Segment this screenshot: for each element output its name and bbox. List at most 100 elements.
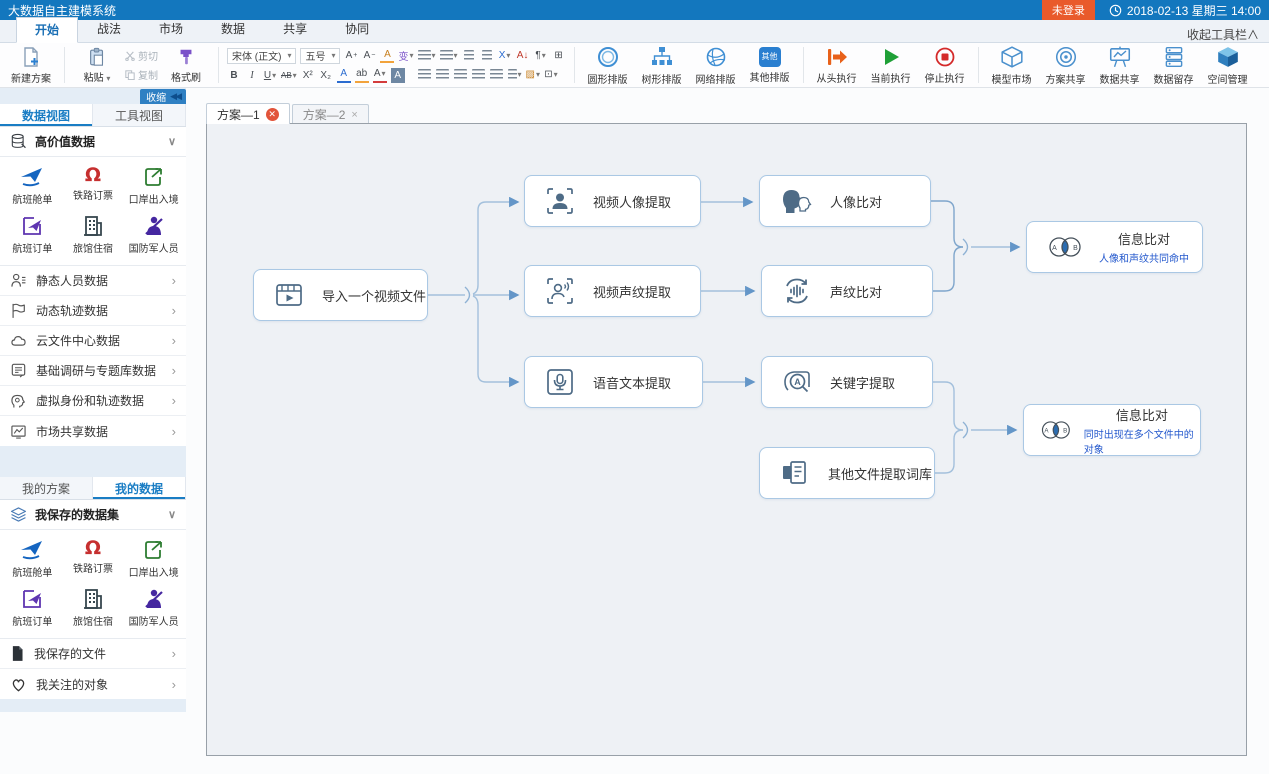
node-info-compare-2[interactable]: A B 信息比对 同时出现在多个文件中的对象: [1023, 404, 1201, 456]
menu-tab-market[interactable]: 市场: [140, 16, 202, 42]
menu-tab-start[interactable]: 开始: [16, 17, 78, 43]
menu-tab-collab[interactable]: 协同: [326, 16, 388, 42]
run-current-button[interactable]: 当前执行: [866, 45, 916, 86]
new-plan-button[interactable]: 新建方案: [6, 45, 56, 86]
asian-layout-button[interactable]: X▾: [498, 48, 512, 63]
increase-indent-button[interactable]: [480, 48, 494, 63]
superscript-button[interactable]: X²: [301, 68, 315, 83]
text-effects-button[interactable]: A: [337, 68, 351, 83]
decrease-indent-button[interactable]: [462, 48, 476, 63]
node-speech-text-extract[interactable]: 语音文本提取: [524, 356, 703, 408]
collapse-toolbar-link[interactable]: 收起工具栏∧: [1187, 26, 1259, 43]
node-video-voice-extract[interactable]: 视频声纹提取: [524, 265, 701, 317]
my-saved-files-row[interactable]: 我保存的文件 ›: [0, 639, 186, 669]
saved-datasets-header[interactable]: 我保存的数据集 ∨: [0, 500, 186, 530]
close-tab-icon[interactable]: ✕: [266, 108, 279, 121]
category-research-library-data[interactable]: 基础调研与专题库数据 ›: [0, 356, 186, 386]
tab-tool-view[interactable]: 工具视图: [93, 104, 186, 126]
network-layout-button[interactable]: 网络排版: [691, 44, 741, 87]
node-face-compare[interactable]: 人像比对: [759, 175, 931, 227]
show-marks-button[interactable]: ¶▾: [534, 48, 548, 63]
align-left-button[interactable]: [418, 67, 432, 82]
paste-button[interactable]: 粘贴 ▾: [73, 46, 121, 85]
data-share-button[interactable]: 数据共享: [1095, 44, 1145, 87]
format-painter-button[interactable]: 格式刷: [162, 46, 210, 85]
font-name-select[interactable]: 宋体 (正文)▾: [227, 48, 296, 64]
italic-button[interactable]: I: [245, 68, 259, 83]
copy-button[interactable]: 复制: [125, 67, 158, 82]
dataset-flight-order[interactable]: 航班订单: [2, 583, 63, 632]
justify-button[interactable]: [472, 67, 486, 82]
dataset-flight-manifest[interactable]: 航班舱单: [2, 161, 63, 210]
sort-button[interactable]: A↓: [516, 48, 530, 63]
table-button[interactable]: ⊞: [552, 48, 566, 63]
sidebar-collapse-button[interactable]: 收缩 ◀◀: [140, 89, 186, 104]
highlight-color-button[interactable]: ab: [355, 68, 369, 83]
category-market-shared-data[interactable]: 市场共享数据 ›: [0, 416, 186, 446]
change-case-button[interactable]: 变▾: [398, 48, 413, 63]
category-static-person-data[interactable]: 静态人员数据 ›: [0, 266, 186, 296]
font-size-select[interactable]: 五号▾: [300, 48, 340, 64]
character-shading-button[interactable]: A: [391, 68, 405, 83]
node-video-face-extract[interactable]: 视频人像提取: [524, 175, 701, 227]
dataset-military-personnel[interactable]: 国防军人员: [123, 583, 184, 632]
dataset-hotel-stay[interactable]: 旅馆住宿: [63, 583, 124, 632]
node-import-video[interactable]: 导入一个视频文件: [253, 269, 428, 321]
cut-button[interactable]: 剪切: [125, 48, 158, 63]
plan-share-button[interactable]: 方案共享: [1041, 44, 1091, 87]
node-keyword-extract[interactable]: A 关键字提取: [761, 356, 933, 408]
dataset-military-personnel[interactable]: 国防军人员: [123, 210, 184, 259]
node-info-compare-1[interactable]: A B 信息比对 人像和声纹共同命中: [1026, 221, 1203, 273]
high-value-data-header[interactable]: 高价值数据 ∨: [0, 127, 186, 157]
menu-tab-share[interactable]: 共享: [264, 16, 326, 42]
numbered-list-button[interactable]: ▾: [440, 48, 458, 63]
tab-data-view[interactable]: 数据视图: [0, 104, 93, 126]
distribute-button[interactable]: [490, 67, 504, 82]
dataset-border-entry[interactable]: 口岸出入境: [123, 534, 184, 583]
node-voice-compare[interactable]: 声纹比对: [761, 265, 933, 317]
datetime-text: 2018-02-13 星期三 14:00: [1127, 2, 1261, 19]
run-from-start-button[interactable]: 从头执行: [812, 45, 862, 86]
flow-canvas[interactable]: 导入一个视频文件 视频人像提取 视频声纹提取 语音文本提取: [206, 123, 1247, 756]
space-management-button[interactable]: 空间管理: [1203, 44, 1253, 87]
category-virtual-identity-data[interactable]: 虚拟身份和轨迹数据 ›: [0, 386, 186, 416]
tree-layout-button[interactable]: 树形排版: [637, 44, 687, 87]
underline-button[interactable]: U▾: [263, 68, 277, 83]
dataset-railway-ticket[interactable]: Ω 铁路订票: [63, 534, 124, 583]
plan-tab-2[interactable]: 方案—2 ×: [292, 104, 369, 124]
shading-button[interactable]: ▨▾: [526, 67, 540, 82]
dataset-flight-order[interactable]: 航班订单: [2, 210, 63, 259]
model-market-button[interactable]: 模型市场: [987, 44, 1037, 87]
font-color-button[interactable]: A▾: [373, 68, 387, 83]
dataset-hotel-stay[interactable]: 旅馆住宿: [63, 210, 124, 259]
bullet-list-button[interactable]: ▾: [418, 48, 436, 63]
plan-tab-1[interactable]: 方案—1 ✕: [206, 103, 290, 124]
shrink-font-button[interactable]: A−: [362, 48, 376, 63]
my-followed-objects-row[interactable]: 我关注的对象 ›: [0, 669, 186, 699]
align-right-button[interactable]: [454, 67, 468, 82]
menu-tab-tactics[interactable]: 战法: [78, 16, 140, 42]
grow-font-button[interactable]: A+: [344, 48, 358, 63]
other-layout-button[interactable]: 其他 其他排版: [745, 46, 795, 85]
category-dynamic-track-data[interactable]: 动态轨迹数据 ›: [0, 296, 186, 326]
data-retention-button[interactable]: 数据留存: [1149, 44, 1199, 87]
line-spacing-button[interactable]: ▾: [508, 67, 522, 82]
menu-tab-data[interactable]: 数据: [202, 16, 264, 42]
bold-button[interactable]: B: [227, 68, 241, 83]
borders-button[interactable]: ⊡▾: [544, 67, 558, 82]
tab-my-plans[interactable]: 我的方案: [0, 477, 93, 499]
dataset-railway-ticket[interactable]: Ω 铁路订票: [63, 161, 124, 210]
circle-layout-button[interactable]: 圆形排版: [583, 44, 633, 87]
category-cloud-file-data[interactable]: 云文件中心数据 ›: [0, 326, 186, 356]
phonetic-guide-button[interactable]: A: [380, 48, 394, 63]
login-status-badge[interactable]: 未登录: [1042, 0, 1095, 20]
close-tab-icon[interactable]: ×: [351, 109, 357, 121]
subscript-button[interactable]: X₂: [319, 68, 333, 83]
dataset-flight-manifest[interactable]: 航班舱单: [2, 534, 63, 583]
stop-run-button[interactable]: 停止执行: [920, 45, 970, 86]
dataset-border-entry[interactable]: 口岸出入境: [123, 161, 184, 210]
strikethrough-button[interactable]: AB▾: [281, 68, 297, 83]
align-center-button[interactable]: [436, 67, 450, 82]
node-other-file-lexicon[interactable]: 其他文件提取词库: [759, 447, 935, 499]
tab-my-data[interactable]: 我的数据: [93, 477, 186, 499]
